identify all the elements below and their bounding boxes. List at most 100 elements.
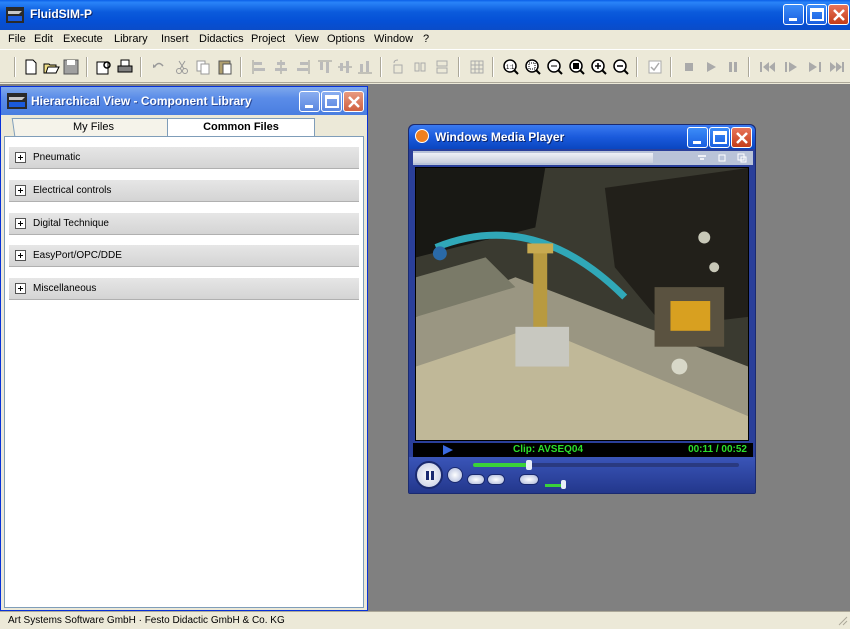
expand-plus-icon[interactable] — [15, 218, 26, 229]
expand-plus-icon[interactable] — [15, 283, 26, 294]
clip-time: 00:11 / 00:52 — [688, 444, 747, 455]
align-middle-icon[interactable] — [336, 58, 354, 76]
category-electrical-controls[interactable]: Electrical controls — [9, 180, 359, 202]
align-top-icon[interactable] — [316, 58, 334, 76]
seek-slider[interactable] — [473, 463, 739, 467]
player-compact-icon[interactable] — [717, 153, 727, 163]
library-maximize-button[interactable] — [321, 91, 342, 112]
mirror-icon[interactable] — [433, 58, 451, 76]
rotate-right-icon[interactable] — [411, 58, 429, 76]
align-right-icon[interactable] — [294, 58, 312, 76]
video-display[interactable] — [415, 167, 749, 441]
toolbar-separator — [670, 57, 672, 77]
pause-button[interactable] — [415, 461, 443, 489]
category-easyport-opc-dde[interactable]: EasyPort/OPC/DDE — [9, 245, 359, 267]
menu-didactics[interactable]: Didactics — [199, 33, 244, 45]
zoom-fit-icon[interactable] — [546, 58, 564, 76]
close-button[interactable] — [828, 4, 849, 25]
menu-help[interactable]: ? — [423, 33, 429, 45]
menu-view[interactable]: View — [295, 33, 319, 45]
library-minimize-button[interactable] — [299, 91, 320, 112]
player-close-button[interactable] — [731, 127, 752, 148]
library-tree-panel: Pneumatic Electrical controls Digital Te… — [4, 136, 364, 608]
pause-icon[interactable] — [724, 58, 742, 76]
menu-library[interactable]: Library — [114, 33, 148, 45]
cut-icon[interactable] — [173, 58, 191, 76]
category-pneumatic[interactable]: Pneumatic — [9, 147, 359, 169]
reset-icon[interactable] — [758, 58, 776, 76]
player-info-bar: Clip: AVSEQ04 00:11 / 00:52 — [413, 443, 753, 457]
menu-execute[interactable]: Execute — [63, 33, 103, 45]
toolbar-separator — [748, 57, 750, 77]
grid-icon[interactable] — [468, 58, 486, 76]
category-miscellaneous[interactable]: Miscellaneous — [9, 278, 359, 300]
step-forward-icon[interactable] — [806, 58, 824, 76]
minimize-button[interactable] — [783, 4, 804, 25]
zoom-in-icon[interactable] — [590, 58, 608, 76]
close-icon — [736, 132, 748, 144]
media-player-title-bar[interactable]: Windows Media Player — [409, 125, 755, 149]
step-icon[interactable] — [782, 58, 800, 76]
paste-icon[interactable] — [216, 58, 234, 76]
seek-slider-fill — [473, 463, 529, 467]
toolbar-separator — [86, 57, 88, 77]
zoom-1to1-icon[interactable]: 1:1 — [502, 58, 520, 76]
menu-edit[interactable]: Edit — [34, 33, 53, 45]
mute-button[interactable] — [519, 474, 539, 485]
zoom-previous-icon[interactable] — [568, 58, 586, 76]
previous-button[interactable] — [467, 474, 485, 485]
open-icon[interactable] — [42, 58, 60, 76]
menu-window[interactable]: Window — [374, 33, 413, 45]
copy-icon[interactable] — [194, 58, 212, 76]
print-icon[interactable] — [116, 58, 134, 76]
menu-insert[interactable]: Insert — [161, 33, 189, 45]
print-preview-icon[interactable] — [95, 58, 113, 76]
tab-my-files[interactable]: My Files — [11, 118, 175, 136]
expand-plus-icon[interactable] — [15, 185, 26, 196]
category-digital-technique[interactable]: Digital Technique — [9, 213, 359, 235]
menu-file[interactable]: File — [8, 33, 26, 45]
align-left-icon[interactable] — [250, 58, 268, 76]
library-window-title: Hierarchical View - Component Library — [31, 94, 252, 108]
zoom-out-icon[interactable] — [612, 58, 630, 76]
expand-plus-icon[interactable] — [15, 250, 26, 261]
close-icon — [833, 9, 845, 21]
expand-plus-icon[interactable] — [15, 152, 26, 163]
zoom-window-icon[interactable] — [524, 58, 542, 76]
player-minimize-button[interactable] — [687, 127, 708, 148]
category-label: Miscellaneous — [33, 283, 97, 294]
fluidsim-logo-icon — [6, 7, 24, 23]
play-icon[interactable] — [702, 58, 720, 76]
fast-forward-icon[interactable] — [828, 58, 846, 76]
rotate-left-icon[interactable] — [389, 58, 407, 76]
new-icon[interactable] — [22, 58, 40, 76]
toolbar: 1:1 — [0, 49, 850, 83]
tab-common-files[interactable]: Common Files — [167, 118, 315, 136]
library-window-title-bar[interactable]: Hierarchical View - Component Library — [1, 87, 367, 115]
category-label: Pneumatic — [33, 152, 81, 163]
player-skin-icon[interactable] — [737, 153, 747, 163]
stop-icon[interactable] — [680, 58, 698, 76]
toolbar-separator — [636, 57, 638, 77]
category-label: Digital Technique — [33, 218, 109, 229]
library-close-button[interactable] — [343, 91, 364, 112]
maximize-button[interactable] — [806, 4, 827, 25]
stop-button[interactable] — [447, 467, 463, 483]
volume-slider-thumb[interactable] — [561, 480, 566, 489]
next-button[interactable] — [487, 474, 505, 485]
menu-project[interactable]: Project — [251, 33, 285, 45]
menu-options[interactable]: Options — [327, 33, 365, 45]
seek-slider-thumb[interactable] — [525, 460, 532, 470]
align-center-icon[interactable] — [272, 58, 290, 76]
menu-bar: File Edit Execute Library Insert Didacti… — [0, 30, 850, 49]
save-icon[interactable] — [62, 58, 80, 76]
media-player-window: Windows Media Player Clip: AVSEQ04 00:11… — [408, 124, 756, 494]
fluidsim-logo-icon — [7, 93, 27, 109]
undo-icon[interactable] — [150, 58, 168, 76]
player-menu-icon[interactable] — [697, 153, 707, 163]
resize-grip-icon[interactable] — [836, 614, 848, 626]
app-title-bar[interactable]: FluidSIM-P — [0, 0, 850, 30]
align-bottom-icon[interactable] — [356, 58, 374, 76]
check-icon[interactable] — [646, 58, 664, 76]
player-maximize-button[interactable] — [709, 127, 730, 148]
